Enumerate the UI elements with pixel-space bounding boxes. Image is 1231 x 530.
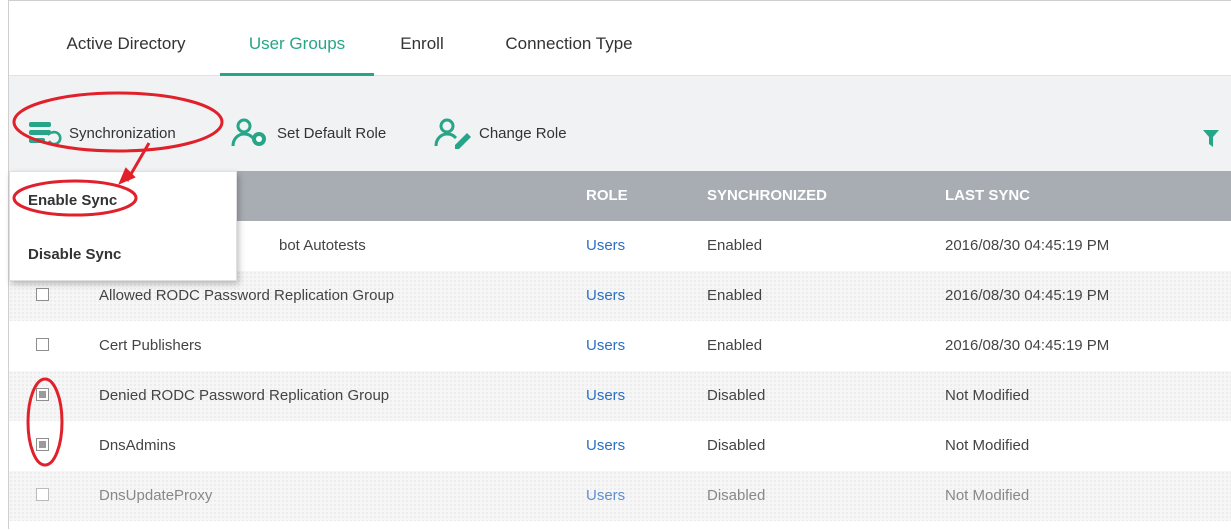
group-name: Cert Publishers xyxy=(99,337,202,354)
page-frame: Active Directory User Groups Enroll Conn… xyxy=(8,0,1231,529)
column-last-sync[interactable]: LAST SYNC xyxy=(945,171,1030,221)
sync-status: Enabled xyxy=(707,337,763,354)
user-default-role-icon xyxy=(231,117,271,149)
last-sync: 2016/08/30 04:45:19 PM xyxy=(945,337,1110,354)
set-default-role-button[interactable]: Set Default Role xyxy=(231,116,386,150)
filter-icon[interactable] xyxy=(1203,130,1219,153)
synchronization-button[interactable]: Synchronization xyxy=(27,116,176,150)
sync-status: Disabled xyxy=(707,387,766,404)
row-checkbox[interactable] xyxy=(36,288,49,301)
change-role-label: Change Role xyxy=(479,124,567,142)
sync-status: Disabled xyxy=(707,437,766,454)
tab-bar: Active Directory User Groups Enroll Conn… xyxy=(9,1,1231,76)
table-row[interactable]: Denied RODC Password Replication Group U… xyxy=(9,371,1231,421)
last-sync: 2016/08/30 04:45:19 PM xyxy=(945,237,1110,254)
tab-active-directory[interactable]: Active Directory xyxy=(55,1,197,76)
role-link[interactable]: Users xyxy=(586,421,625,471)
sync-status: Disabled xyxy=(707,487,766,504)
row-checkbox[interactable] xyxy=(36,388,49,401)
role-link[interactable]: Users xyxy=(586,371,625,421)
table-row[interactable]: DnsAdmins Users Disabled Not Modified xyxy=(9,421,1231,471)
table-row[interactable]: Cert Publishers Users Enabled 2016/08/30… xyxy=(9,321,1231,371)
last-sync: Not Modified xyxy=(945,387,1030,404)
synchronization-label: Synchronization xyxy=(69,124,176,142)
sync-dropdown-menu: Enable Sync Disable Sync xyxy=(9,171,237,281)
table-row[interactable]: DnsUpdateProxy Users Disabled Not Modifi… xyxy=(9,471,1231,521)
role-link[interactable]: Users xyxy=(586,221,625,271)
sync-stack-icon xyxy=(27,120,63,146)
change-role-button[interactable]: Change Role xyxy=(433,116,567,150)
group-name: DnsUpdateProxy xyxy=(99,487,213,504)
column-role[interactable]: ROLE xyxy=(586,171,628,221)
role-link[interactable]: Users xyxy=(586,471,625,521)
tab-enroll[interactable]: Enroll xyxy=(394,1,450,76)
last-sync: 2016/08/30 04:45:19 PM xyxy=(945,287,1110,304)
tab-connection-type[interactable]: Connection Type xyxy=(493,1,645,76)
disable-sync-item[interactable]: Disable Sync xyxy=(28,246,121,263)
toolbar: Synchronization Set Default Role Change … xyxy=(9,76,1231,171)
row-checkbox[interactable] xyxy=(36,338,49,351)
group-name: bot Autotests xyxy=(279,237,366,254)
user-edit-icon xyxy=(433,117,473,149)
tab-user-groups[interactable]: User Groups xyxy=(220,1,374,76)
group-name: Denied RODC Password Replication Group xyxy=(99,387,390,404)
sync-status: Enabled xyxy=(707,287,763,304)
role-link[interactable]: Users xyxy=(586,271,625,321)
last-sync: Not Modified xyxy=(945,437,1030,454)
group-name: DnsAdmins xyxy=(99,437,176,454)
row-checkbox[interactable] xyxy=(36,488,49,501)
enable-sync-item[interactable]: Enable Sync xyxy=(28,192,117,209)
last-sync: Not Modified xyxy=(945,487,1030,504)
sync-status: Enabled xyxy=(707,237,763,254)
row-checkbox[interactable] xyxy=(36,438,49,451)
set-default-role-label: Set Default Role xyxy=(277,124,387,142)
column-synchronized[interactable]: SYNCHRONIZED xyxy=(707,171,827,221)
role-link[interactable]: Users xyxy=(586,321,625,371)
